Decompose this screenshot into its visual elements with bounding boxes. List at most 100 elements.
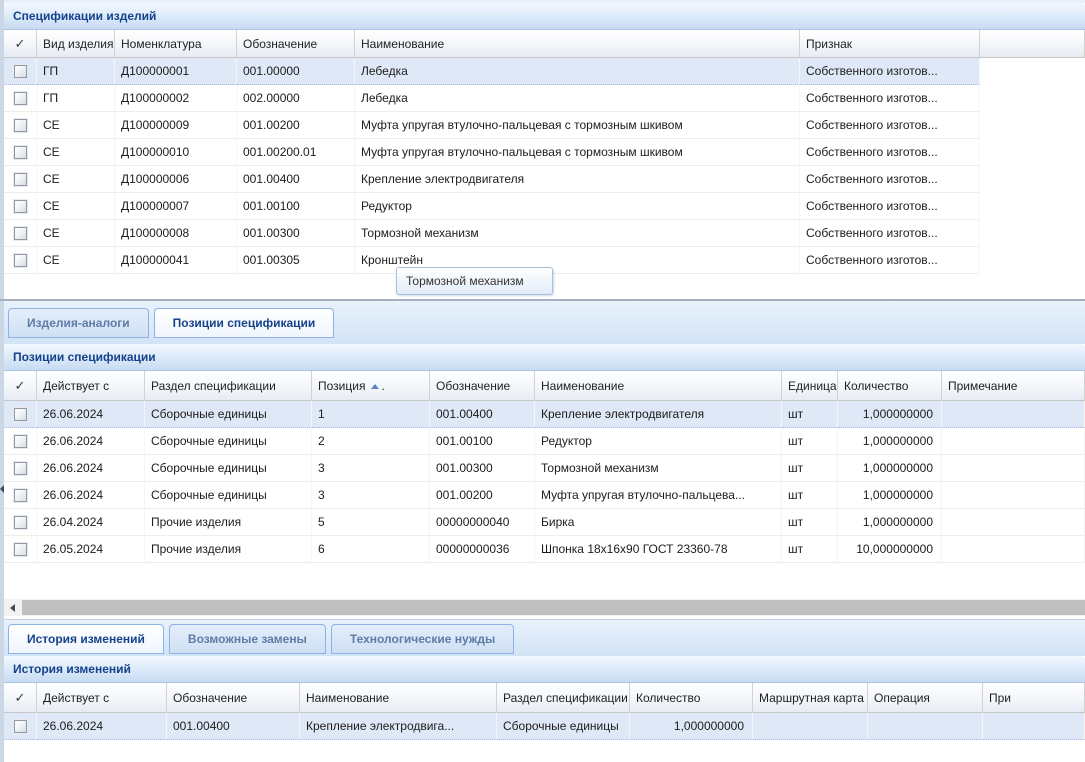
cell-name[interactable]: Крепление электродвигателя: [535, 401, 782, 428]
cell-attr[interactable]: Собственного изготов...: [800, 193, 980, 220]
cell-note[interactable]: [942, 401, 1085, 428]
cell-code[interactable]: 001.00000: [237, 58, 355, 85]
cell-date[interactable]: 26.05.2024: [37, 536, 145, 563]
column-header-qty[interactable]: Количество: [838, 371, 942, 401]
cell-name[interactable]: Редуктор: [355, 193, 800, 220]
cell-pos[interactable]: 5: [312, 509, 430, 536]
cell-name[interactable]: Крепление электродвига...: [300, 713, 497, 740]
row-checkbox[interactable]: [14, 173, 27, 186]
cell-code[interactable]: 002.00000: [237, 85, 355, 112]
cell-code[interactable]: 001.00400: [167, 713, 300, 740]
cell-note[interactable]: [942, 536, 1085, 563]
column-header-name[interactable]: Наименование: [300, 683, 497, 713]
cell-nom[interactable]: Д100000010: [115, 139, 237, 166]
cell-code[interactable]: 001.00200.01: [237, 139, 355, 166]
table-row[interactable]: ГПД100000001001.00000ЛебедкаСобственного…: [4, 58, 1085, 85]
column-header-date[interactable]: Действует с: [37, 683, 167, 713]
cell-name[interactable]: Муфта упругая втулочно-пальцевая с тормо…: [355, 112, 800, 139]
cell-nom[interactable]: Д100000002: [115, 85, 237, 112]
cell-note[interactable]: [942, 509, 1085, 536]
cell-code[interactable]: 001.00100: [237, 193, 355, 220]
cell-unit[interactable]: шт: [782, 401, 838, 428]
column-header-section[interactable]: Раздел спецификации: [497, 683, 630, 713]
cell-name[interactable]: Лебедка: [355, 58, 800, 85]
cell-qty[interactable]: 1,000000000: [838, 428, 942, 455]
row-checkbox[interactable]: [14, 200, 27, 213]
cell-code[interactable]: 001.00200: [430, 482, 535, 509]
cell-note[interactable]: [942, 482, 1085, 509]
tab-technological-needs[interactable]: Технологические нужды: [331, 624, 514, 654]
cell-nom[interactable]: Д100000006: [115, 166, 237, 193]
column-header-section[interactable]: Раздел спецификации: [145, 371, 312, 401]
table-row[interactable]: СЕД100000010001.00200.01Муфта упругая вт…: [4, 139, 1085, 166]
cell-attr[interactable]: Собственного изготов...: [800, 139, 980, 166]
cell-date[interactable]: 26.06.2024: [37, 428, 145, 455]
table-row[interactable]: 26.06.2024001.00400Крепление электродвиг…: [4, 713, 1085, 740]
cell-pos[interactable]: 2: [312, 428, 430, 455]
cell-unit[interactable]: шт: [782, 509, 838, 536]
row-checkbox[interactable]: [14, 65, 27, 78]
table-row[interactable]: СЕД100000006001.00400Крепление электродв…: [4, 166, 1085, 193]
cell-qty[interactable]: 10,000000000: [838, 536, 942, 563]
tab-specification-positions[interactable]: Позиции спецификации: [154, 308, 335, 338]
cell-date[interactable]: 26.06.2024: [37, 713, 167, 740]
cell-section[interactable]: Сборочные единицы: [145, 428, 312, 455]
column-header-name[interactable]: Наименование: [535, 371, 782, 401]
cell-unit[interactable]: шт: [782, 482, 838, 509]
cell-code[interactable]: 00000000036: [430, 536, 535, 563]
cell-name[interactable]: Муфта упругая втулочно-пальцевая с тормо…: [355, 139, 800, 166]
cell-name[interactable]: Крепление электродвигателя: [355, 166, 800, 193]
cell-kind[interactable]: СЕ: [37, 193, 115, 220]
row-checkbox[interactable]: [14, 254, 27, 267]
select-all-column-header[interactable]: ✓: [4, 683, 37, 713]
cell-section[interactable]: Сборочные единицы: [145, 455, 312, 482]
row-checkbox[interactable]: [14, 489, 27, 502]
cell-nom[interactable]: Д100000001: [115, 58, 237, 85]
row-checkbox[interactable]: [14, 543, 27, 556]
column-header-attr[interactable]: Признак: [800, 30, 980, 58]
cell-date[interactable]: 26.06.2024: [37, 482, 145, 509]
cell-code[interactable]: 001.00400: [430, 401, 535, 428]
table-row[interactable]: СЕД100000008001.00300Тормозной механизмС…: [4, 220, 1085, 247]
cell-attr[interactable]: Собственного изготов...: [800, 112, 980, 139]
cell-attr[interactable]: Собственного изготов...: [800, 85, 980, 112]
cell-section[interactable]: Прочие изделия: [145, 509, 312, 536]
cell-kind[interactable]: СЕ: [37, 166, 115, 193]
horizontal-scrollbar[interactable]: [4, 599, 1085, 616]
cell-name[interactable]: Бирка: [535, 509, 782, 536]
cell-name[interactable]: Лебедка: [355, 85, 800, 112]
table-row[interactable]: 26.06.2024Сборочные единицы3001.00300Тор…: [4, 455, 1085, 482]
cell-code[interactable]: 001.00200: [237, 112, 355, 139]
column-header-name[interactable]: Наименование: [355, 30, 800, 58]
row-checkbox[interactable]: [14, 435, 27, 448]
column-header-code[interactable]: Обозначение: [237, 30, 355, 58]
scrollbar-thumb[interactable]: [22, 600, 1085, 615]
cell-kind[interactable]: СЕ: [37, 220, 115, 247]
cell-kind[interactable]: ГП: [37, 58, 115, 85]
column-header-code[interactable]: Обозначение: [430, 371, 535, 401]
cell-unit[interactable]: шт: [782, 428, 838, 455]
cell-section[interactable]: Сборочные единицы: [497, 713, 630, 740]
cell-name[interactable]: Муфта упругая втулочно-пальцева...: [535, 482, 782, 509]
scroll-left-button[interactable]: [4, 599, 21, 616]
cell-nom[interactable]: Д100000009: [115, 112, 237, 139]
cell-pos[interactable]: 3: [312, 482, 430, 509]
column-header-note[interactable]: Примечание: [942, 371, 1085, 401]
row-checkbox[interactable]: [14, 408, 27, 421]
cell-kind[interactable]: СЕ: [37, 247, 115, 274]
cell-attr[interactable]: Собственного изготов...: [800, 247, 980, 274]
column-header-unit[interactable]: Единица: [782, 371, 838, 401]
cell-name[interactable]: Редуктор: [535, 428, 782, 455]
tab-analog-products[interactable]: Изделия-аналоги: [8, 308, 149, 338]
cell-code[interactable]: 001.00305: [237, 247, 355, 274]
cell-code[interactable]: 001.00300: [237, 220, 355, 247]
table-row[interactable]: СЕД100000009001.00200Муфта упругая втуло…: [4, 112, 1085, 139]
cell-code[interactable]: 001.00100: [430, 428, 535, 455]
cell-code[interactable]: 00000000040: [430, 509, 535, 536]
cell-code[interactable]: 001.00400: [237, 166, 355, 193]
column-header-date[interactable]: Действует с: [37, 371, 145, 401]
cell-name[interactable]: Шпонка 18х16х90 ГОСТ 23360-78: [535, 536, 782, 563]
column-header-kind[interactable]: Вид изделия: [37, 30, 115, 58]
column-header-oper[interactable]: Операция: [868, 683, 983, 713]
cell-attr[interactable]: Собственного изготов...: [800, 220, 980, 247]
